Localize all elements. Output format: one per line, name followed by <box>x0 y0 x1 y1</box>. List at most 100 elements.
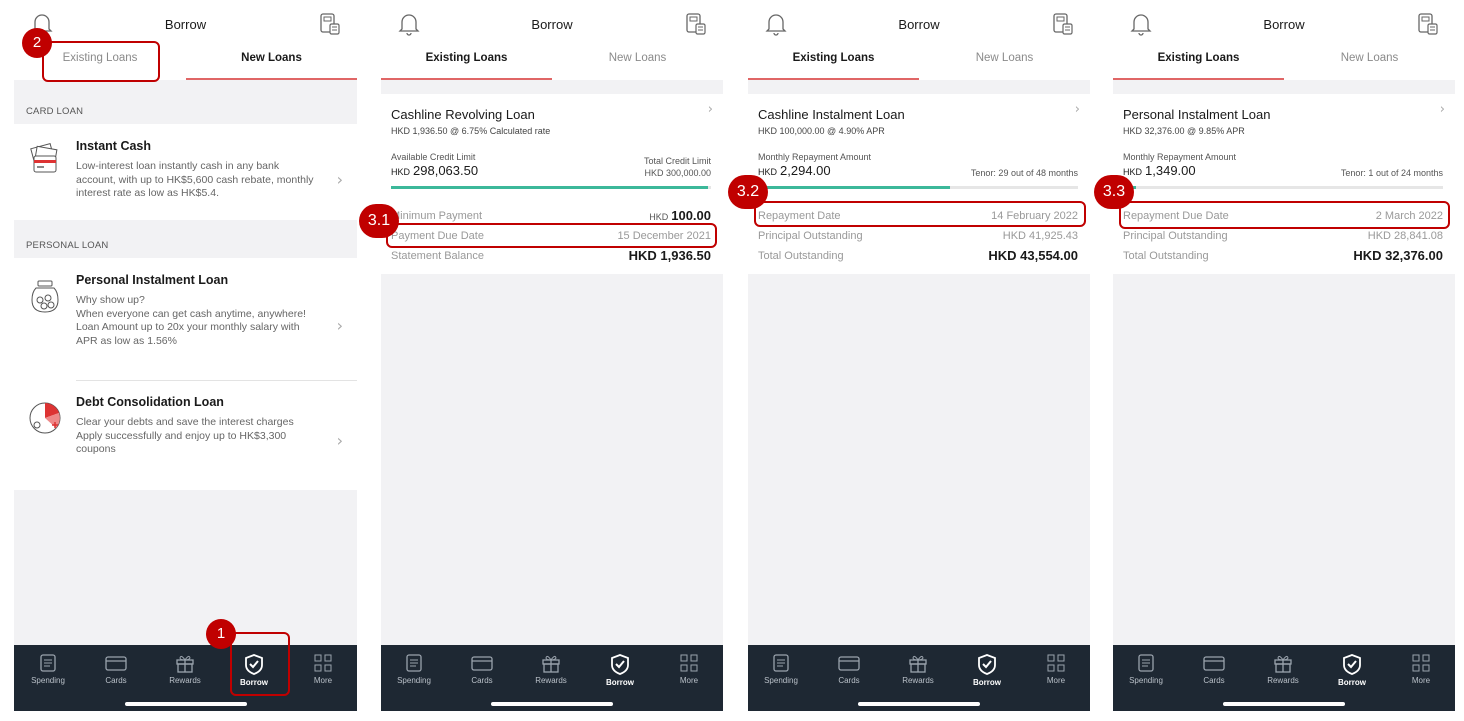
nav-cards[interactable]: Cards <box>452 653 512 685</box>
grid-icon <box>1047 654 1065 672</box>
spending-icon <box>1138 654 1154 672</box>
detail-label: Total Outstanding <box>758 250 844 262</box>
cash-card-icon <box>30 143 58 173</box>
nav-rewards[interactable]: Rewards <box>888 653 948 685</box>
tab-existing-loans[interactable]: Existing Loans <box>1113 52 1284 64</box>
tab-existing-loans[interactable]: Existing Loans <box>381 52 552 64</box>
detail-value: HKD 32,376.00 <box>1353 248 1443 263</box>
nav-more[interactable]: More <box>1026 653 1086 685</box>
detail-label: Principal Outstanding <box>758 230 863 242</box>
nav-cards[interactable]: Cards <box>819 653 879 685</box>
nav-label: Spending <box>764 676 798 685</box>
value-text: HKD 1,936.50 <box>628 248 711 263</box>
step-marker-3-1: 3.1 <box>359 204 399 238</box>
tab-new-loans[interactable]: New Loans <box>186 52 357 64</box>
screen-existing-loans-3: Borrow Existing Loans New Loans Personal In… <box>1113 0 1455 711</box>
detail-label: Minimum Payment <box>391 210 483 222</box>
nav-cards[interactable]: Cards <box>86 653 146 685</box>
nav-rewards[interactable]: Rewards <box>155 653 215 685</box>
nav-borrow[interactable]: Borrow <box>1322 653 1382 687</box>
chevron-right-icon: › <box>336 431 343 450</box>
detail-row: Total Outstanding HKD 43,554.00 <box>758 247 1078 267</box>
loan-product-instant-cash[interactable]: Instant Cash Low-interest loan instantly… <box>14 124 357 220</box>
nav-label: Cards <box>838 676 860 685</box>
nav-label: Rewards <box>902 676 934 685</box>
nav-spending[interactable]: Spending <box>751 653 811 685</box>
highlight-existing-loans-tab <box>42 41 160 82</box>
home-indicator <box>1223 702 1345 706</box>
nav-label: Spending <box>397 676 431 685</box>
screen-existing-loans-1: Borrow Existing Loans New Loans Cashline Re… <box>381 0 723 711</box>
step-marker-1: 1 <box>206 619 236 649</box>
detail-value: HKD 28,841.08 <box>1368 230 1443 242</box>
card-icon <box>1203 656 1225 671</box>
loan-product-personal-instalment[interactable]: Personal Instalment Loan Why show up? Wh… <box>14 258 357 380</box>
gift-icon <box>542 655 560 673</box>
nav-label: Cards <box>1203 676 1225 685</box>
product-title: Instant Cash <box>76 139 152 153</box>
nav-borrow[interactable]: Borrow <box>590 653 650 687</box>
chevron-right-icon[interactable]: › <box>1075 102 1080 117</box>
loan-title: Personal Instalment Loan <box>1123 107 1271 122</box>
nav-rewards[interactable]: Rewards <box>1253 653 1313 685</box>
nav-spending[interactable]: Spending <box>1116 653 1176 685</box>
nav-label: More <box>679 676 699 685</box>
home-indicator <box>124 702 247 706</box>
spending-icon <box>40 654 56 672</box>
step-marker-2: 2 <box>22 28 52 58</box>
calculator-icon[interactable] <box>1052 12 1074 36</box>
nav-label: Rewards <box>1267 676 1299 685</box>
currency: HKD <box>1123 167 1143 177</box>
calculator-icon[interactable] <box>1417 12 1439 36</box>
product-title: Debt Consolidation Loan <box>76 395 224 409</box>
secondary-value: HKD 300,000.00 <box>644 168 711 178</box>
loan-title: Cashline Instalment Loan <box>758 107 905 122</box>
calculator-icon[interactable] <box>685 12 707 36</box>
nav-more[interactable]: More <box>293 653 353 685</box>
nav-rewards[interactable]: Rewards <box>521 653 581 685</box>
loan-account-card[interactable]: Personal Instalment Loan HKD 32,376.00 @ … <box>1113 94 1455 274</box>
amount-value: 298,063.50 <box>413 163 479 178</box>
progress-fill <box>391 186 708 189</box>
chevron-right-icon: › <box>336 170 343 189</box>
tab-new-loans[interactable]: New Loans <box>1284 52 1455 64</box>
tab-new-loans[interactable]: New Loans <box>552 52 723 64</box>
gift-icon <box>909 655 927 673</box>
tab-new-loans[interactable]: New Loans <box>919 52 1090 64</box>
primary-amount: HKD 2,294.00 <box>758 163 831 178</box>
chevron-right-icon[interactable]: › <box>708 102 713 117</box>
tenor-text: Tenor: 1 out of 24 months <box>1340 168 1443 178</box>
nav-borrow[interactable]: Borrow <box>957 653 1017 687</box>
chevron-right-icon[interactable]: › <box>1440 102 1445 117</box>
value-text: HKD 28,841.08 <box>1367 230 1443 242</box>
page-title: Borrow <box>898 17 940 32</box>
bottom-nav: Spending Cards Rewards Borrow More <box>381 645 723 711</box>
step-marker-3-3: 3.3 <box>1094 175 1134 209</box>
nav-cards[interactable]: Cards <box>1184 653 1244 685</box>
nav-spending[interactable]: Spending <box>18 653 78 685</box>
nav-spending[interactable]: Spending <box>384 653 444 685</box>
nav-label: More <box>313 676 333 685</box>
tab-existing-loans[interactable]: Existing Loans <box>748 52 919 64</box>
step-marker-3-2: 3.2 <box>728 175 768 209</box>
grid-icon <box>680 654 698 672</box>
gift-icon <box>1274 655 1292 673</box>
header: Borrow Existing Loans New Loans <box>1113 0 1455 80</box>
loan-product-debt-consolidation[interactable]: Debt Consolidation Loan Clear your debts… <box>14 381 357 490</box>
value-text: HKD 43,554.00 <box>988 248 1078 263</box>
section-personal-loan: PERSONAL LOAN <box>26 240 109 251</box>
product-description: Why show up? When everyone can get cash … <box>76 294 306 347</box>
calculator-icon[interactable] <box>319 12 341 36</box>
nav-label: Cards <box>471 676 493 685</box>
loan-summary: HKD 32,376.00 @ 9.85% APR <box>1123 126 1245 136</box>
bottom-nav: Spending Cards Rewards Borrow More <box>748 645 1090 711</box>
loan-account-card[interactable]: Cashline Instalment Loan HKD 100,000.00 @… <box>748 94 1090 274</box>
card-icon <box>838 656 860 671</box>
secondary-label: Total Credit Limit <box>643 156 711 166</box>
borrow-icon <box>978 654 996 675</box>
tab-indicator <box>381 78 552 80</box>
bottom-nav: Spending Cards Rewards Borrow More <box>14 645 357 711</box>
nav-more[interactable]: More <box>659 653 719 685</box>
nav-label: Spending <box>1129 676 1163 685</box>
nav-more[interactable]: More <box>1391 653 1451 685</box>
